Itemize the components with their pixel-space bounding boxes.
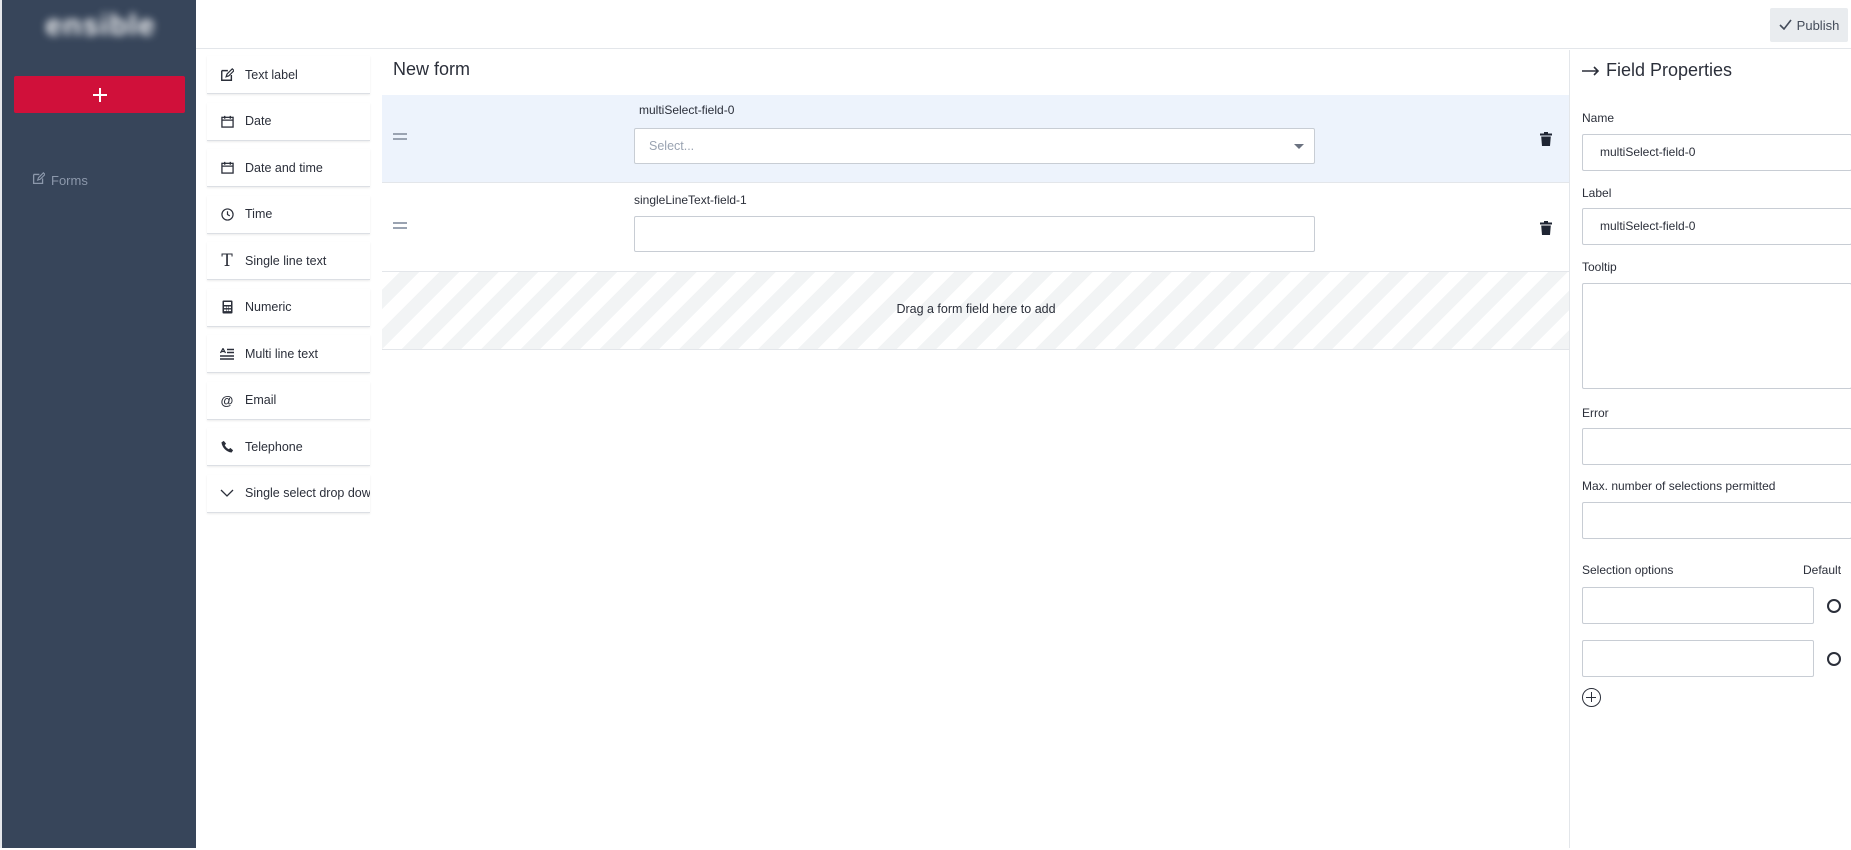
form-field-row[interactable]: multiSelect-field-0 Select... bbox=[382, 95, 1570, 183]
trash-icon[interactable] bbox=[1540, 220, 1552, 235]
palette-item-single-line-text[interactable]: T Single line text bbox=[207, 242, 370, 280]
form-title: New form bbox=[393, 59, 471, 79]
edit-icon bbox=[32, 172, 46, 188]
form-field-row[interactable]: singleLineText-field-1 bbox=[382, 184, 1570, 272]
multiline-text-icon bbox=[219, 346, 235, 362]
name-field[interactable]: multiSelect-field-0 bbox=[1582, 134, 1851, 171]
label-field[interactable]: multiSelect-field-0 bbox=[1582, 208, 1851, 245]
drag-handle-icon[interactable] bbox=[393, 222, 407, 232]
single-line-text-input[interactable] bbox=[634, 216, 1315, 252]
palette-item-single-select[interactable]: Single select drop down bbox=[207, 474, 370, 513]
publish-label: Publish bbox=[1796, 17, 1840, 33]
selection-option-input[interactable] bbox=[1582, 640, 1814, 677]
palette-item-label: Telephone bbox=[245, 439, 303, 454]
properties-title: Field Properties bbox=[1582, 60, 1732, 81]
palette-item-label: Numeric bbox=[245, 300, 292, 314]
palette-item-label: Multi line text bbox=[245, 346, 318, 361]
name-label: Name bbox=[1582, 111, 1615, 125]
selection-option-input[interactable] bbox=[1582, 587, 1814, 624]
palette-item-label: Time bbox=[245, 207, 273, 221]
palette-item-telephone[interactable]: Telephone bbox=[207, 428, 370, 466]
tooltip-field[interactable] bbox=[1582, 283, 1851, 389]
properties-title-text: Field Properties bbox=[1606, 60, 1733, 80]
palette-item-time[interactable]: Time bbox=[207, 195, 370, 234]
palette-item-label: Single select drop down bbox=[245, 486, 370, 500]
max-selections-field[interactable] bbox=[1582, 502, 1851, 539]
palette-item-numeric[interactable]: Numeric bbox=[207, 288, 370, 327]
trash-icon[interactable] bbox=[1540, 131, 1552, 146]
selection-options-label: Selection options bbox=[1582, 563, 1674, 577]
calendar-icon bbox=[219, 113, 235, 129]
palette-item-text-label[interactable]: Text label bbox=[207, 56, 370, 94]
tooltip-label: Tooltip bbox=[1582, 260, 1617, 274]
select-placeholder: Select... bbox=[649, 139, 695, 153]
at-sign-icon: @ bbox=[220, 392, 234, 408]
palette-item-date[interactable]: Date bbox=[207, 102, 370, 141]
field-properties-panel: Field Properties Name multiSelect-field-… bbox=[1569, 50, 1851, 848]
palette-item-label: Email bbox=[245, 393, 277, 407]
text-t-icon: T bbox=[221, 250, 233, 271]
field-label: singleLineText-field-1 bbox=[634, 193, 747, 207]
palette-item-date-and-time[interactable]: Date and time bbox=[207, 149, 370, 187]
calendar-icon bbox=[219, 160, 235, 176]
calculator-icon bbox=[219, 299, 235, 315]
sidebar-item-forms[interactable]: Forms bbox=[32, 172, 88, 188]
field-palette: Text label Date Date and time Time T Sin… bbox=[207, 56, 370, 521]
dropzone-text: Drag a form field here to add bbox=[896, 302, 1056, 316]
caret-down-icon bbox=[1294, 144, 1304, 149]
publish-button[interactable]: Publish bbox=[1770, 8, 1848, 42]
max-selections-label: Max. number of selections permitted bbox=[1582, 479, 1776, 493]
add-option-icon[interactable] bbox=[1582, 688, 1601, 707]
dropzone[interactable]: Drag a form field here to add bbox=[382, 272, 1570, 350]
sidebar-item-label: Forms bbox=[51, 172, 88, 188]
phone-icon bbox=[219, 439, 235, 455]
form-canvas: New form multiSelect-field-0 Select... s… bbox=[382, 50, 1570, 848]
palette-item-label: Single line text bbox=[245, 253, 327, 268]
edit-icon bbox=[219, 67, 235, 83]
plus-icon bbox=[92, 87, 107, 102]
palette-item-multi-line-text[interactable]: Multi line text bbox=[207, 335, 370, 373]
drag-handle-icon[interactable] bbox=[393, 133, 407, 143]
label-label: Label bbox=[1582, 186, 1612, 200]
arrow-right-icon bbox=[1582, 60, 1600, 81]
palette-item-label: Date and time bbox=[245, 160, 323, 175]
top-bar bbox=[196, 0, 1851, 49]
default-label: Default bbox=[1803, 563, 1842, 577]
field-label: multiSelect-field-0 bbox=[639, 103, 735, 117]
app-logo: ensible bbox=[45, 9, 156, 42]
chevron-down-icon bbox=[219, 485, 235, 501]
error-label: Error bbox=[1582, 406, 1609, 420]
palette-item-label: Date bbox=[245, 114, 272, 128]
clock-icon bbox=[219, 206, 235, 222]
add-form-button[interactable] bbox=[14, 76, 185, 113]
default-radio[interactable] bbox=[1827, 652, 1841, 666]
palette-item-email[interactable]: @ Email bbox=[207, 381, 370, 420]
check-icon bbox=[1779, 18, 1792, 33]
error-field[interactable] bbox=[1582, 428, 1851, 465]
palette-item-label: Text label bbox=[245, 67, 298, 82]
sidebar: ensible Forms bbox=[0, 0, 196, 848]
default-radio[interactable] bbox=[1827, 599, 1841, 613]
multi-select-input[interactable]: Select... bbox=[634, 128, 1315, 164]
